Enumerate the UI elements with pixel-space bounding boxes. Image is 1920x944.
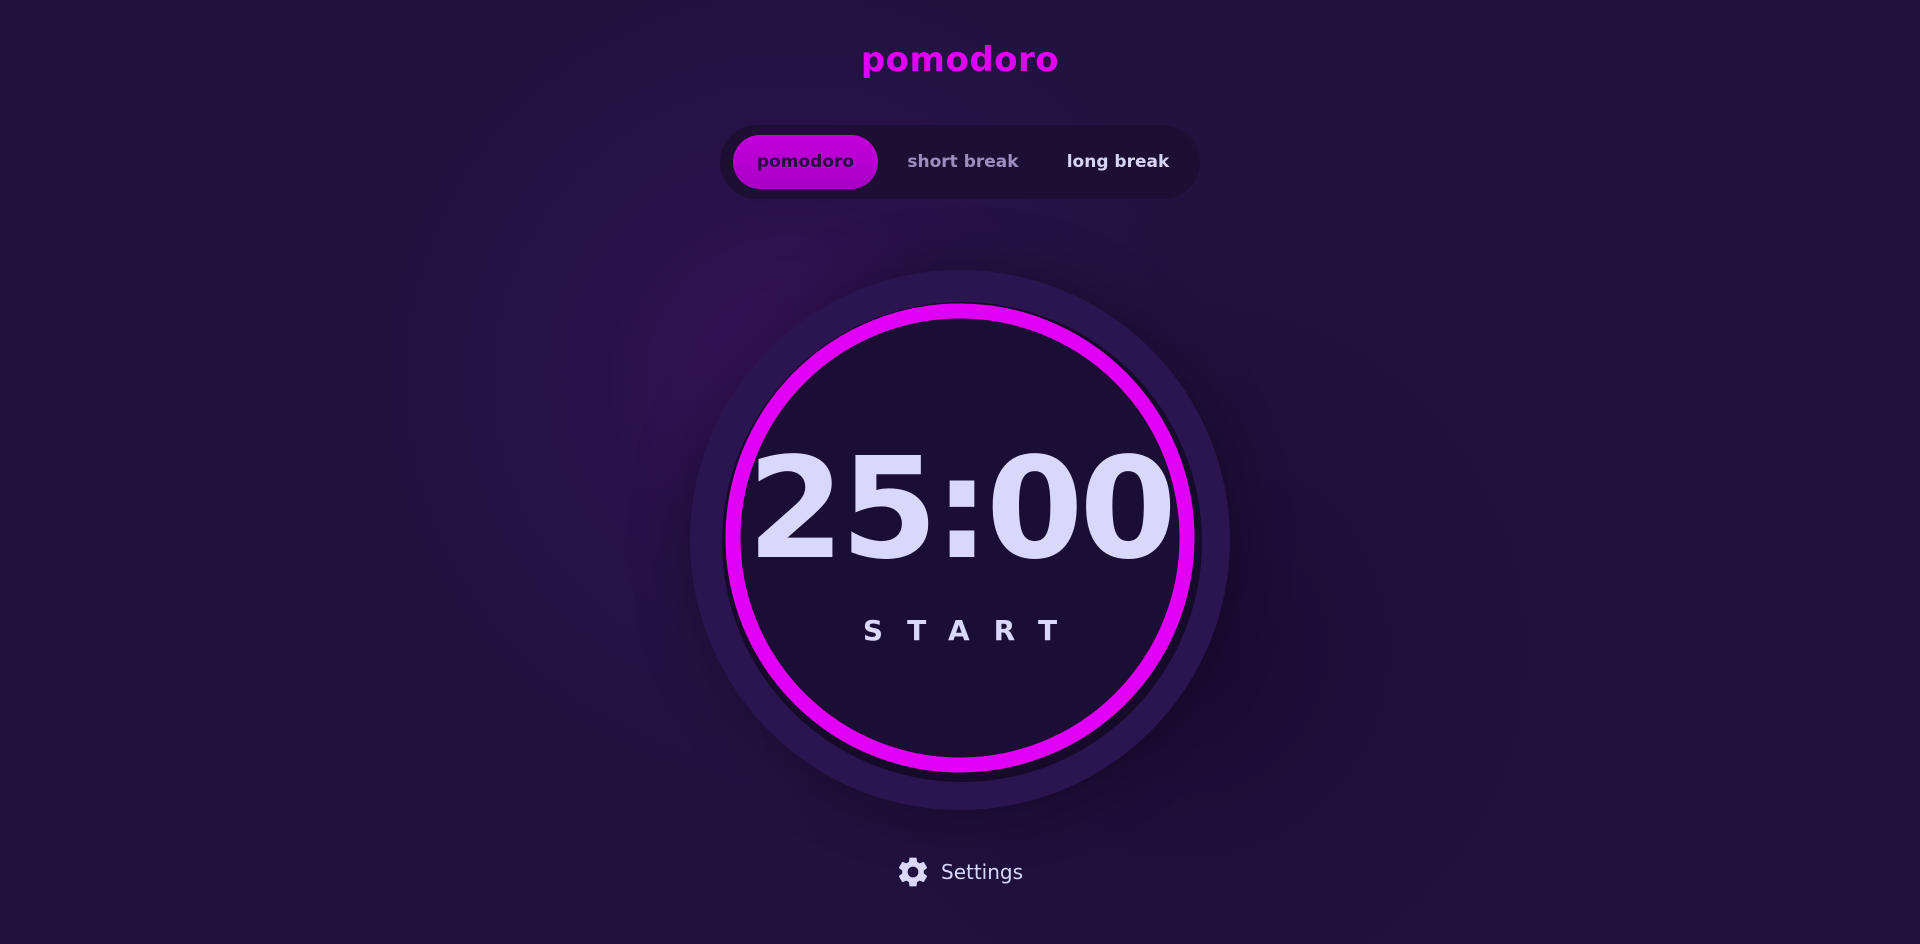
settings-button[interactable]: Settings — [895, 852, 1023, 892]
page: pomodoro pomodoro short break long break… — [0, 0, 1920, 944]
app-title: pomodoro — [860, 40, 1060, 80]
tab-pomodoro[interactable]: pomodoro — [733, 135, 878, 189]
tab-short-break[interactable]: short break — [888, 135, 1038, 189]
timer-display: 25:00 — [747, 428, 1177, 591]
tab-long-break[interactable]: long break — [1043, 135, 1193, 189]
start-button[interactable]: START — [725, 617, 1195, 645]
settings-label: Settings — [941, 860, 1024, 884]
gear-icon — [898, 857, 928, 887]
mode-tabs: pomodoro short break long break — [720, 125, 1200, 199]
